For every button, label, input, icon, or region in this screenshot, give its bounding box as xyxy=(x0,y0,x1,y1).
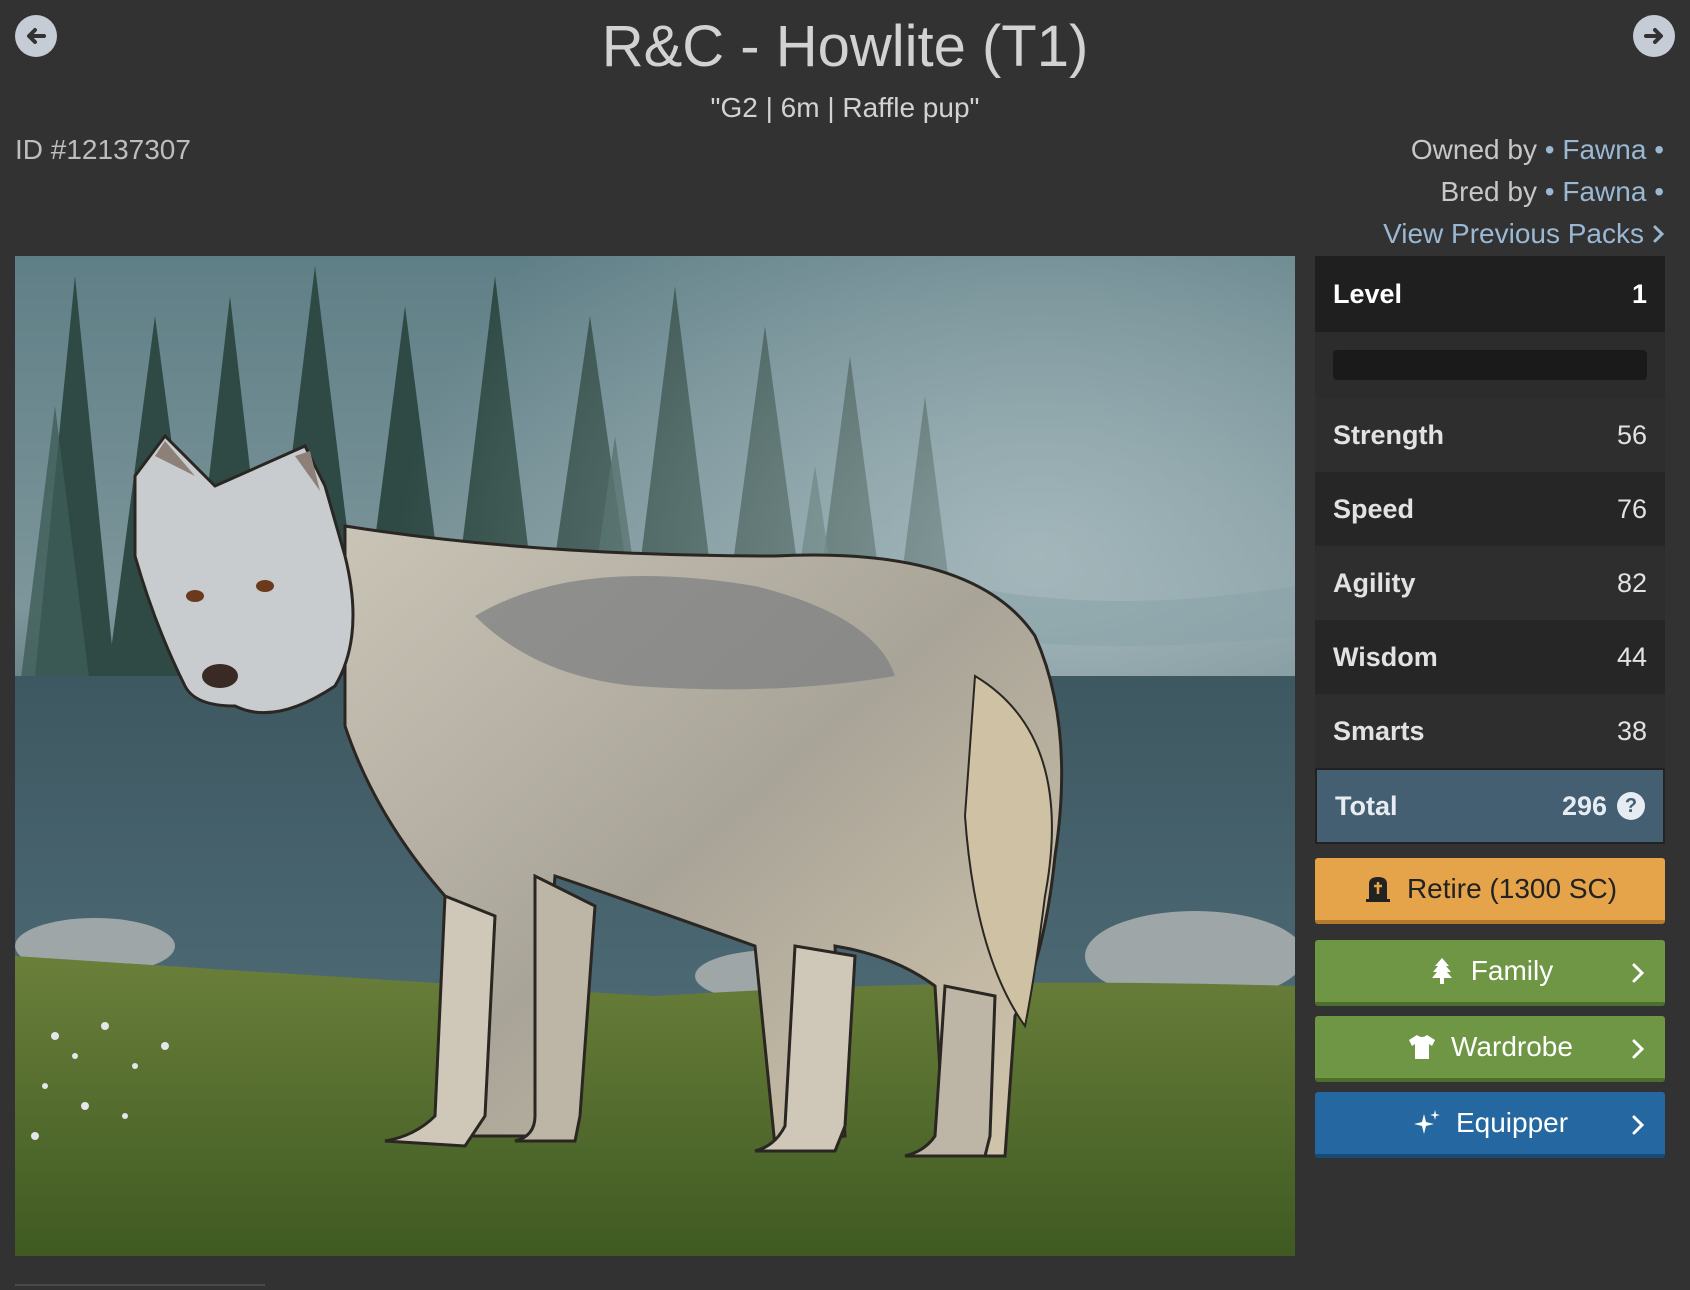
stat-row-strength: Strength 56 xyxy=(1315,398,1665,472)
separator-dot: • xyxy=(1654,134,1664,165)
question-circle-icon[interactable]: ? xyxy=(1617,792,1645,820)
chevron-right-icon xyxy=(1632,1039,1645,1059)
equipper-label: Equipper xyxy=(1455,1107,1569,1138)
total-row: Total 296 ? xyxy=(1315,768,1665,844)
stat-row-speed: Speed 76 xyxy=(1315,472,1665,546)
stat-row-wisdom: Wisdom 44 xyxy=(1315,620,1665,694)
wolf-image xyxy=(15,256,1295,1256)
owned-by-line: Owned by • Fawna • xyxy=(1411,132,1664,168)
stat-rows: Strength 56 Speed 76 Agility 82 Wisdom 44 Smarts… xyxy=(1315,398,1665,768)
wardrobe-button[interactable]: Wardrobe xyxy=(1315,1016,1665,1082)
retire-button[interactable]: Retire (1300 SC) xyxy=(1315,858,1665,924)
retire-label: Retire (1300 SC) xyxy=(1406,873,1618,904)
stat-row-smarts: Smarts 38 xyxy=(1315,694,1665,768)
tshirt-icon xyxy=(1409,1035,1436,1059)
bred-by-label: Bred by xyxy=(1440,176,1537,207)
xp-progress-bar xyxy=(1333,350,1647,380)
stats-panel: Level 1 Strength 56 Speed 76 Agility 82 Wisdom… xyxy=(1315,256,1665,844)
stat-value: 82 xyxy=(1616,567,1647,598)
wolf-profile-page: R&C - Howlite (T1) "G2 | 6m | Raffle pup… xyxy=(0,0,1690,1290)
owned-by-label: Owned by xyxy=(1410,134,1537,165)
chevron-right-icon xyxy=(1632,1115,1645,1135)
level-label: Level xyxy=(1333,278,1403,309)
stat-row-agility: Agility 82 xyxy=(1315,546,1665,620)
family-button-content: Family xyxy=(1427,955,1553,987)
bred-by-line: Bred by • Fawna • xyxy=(1440,174,1664,210)
xp-bar-row xyxy=(1315,332,1665,398)
wolf-id: ID #12137307 xyxy=(15,134,191,165)
stat-value: 56 xyxy=(1616,419,1647,450)
separator-dot: • xyxy=(1544,134,1555,165)
stat-label: Strength xyxy=(1333,419,1444,450)
stat-value: 76 xyxy=(1616,493,1647,524)
tree-icon xyxy=(1431,958,1452,984)
separator-dot: • xyxy=(1654,176,1664,207)
footer-divider xyxy=(15,1284,265,1286)
stat-label: Smarts xyxy=(1333,715,1425,746)
stat-label: Wisdom xyxy=(1333,641,1438,672)
family-button[interactable]: Family xyxy=(1315,940,1665,1006)
tombstone-icon xyxy=(1365,877,1390,902)
view-previous-packs-label: View Previous Packs xyxy=(1383,218,1644,249)
total-label: Total xyxy=(1335,790,1398,821)
total-value: 296 xyxy=(1561,790,1607,821)
retire-button-content: Retire (1300 SC) xyxy=(1363,873,1617,905)
family-label: Family xyxy=(1470,955,1554,986)
chevron-right-icon xyxy=(1653,225,1665,243)
wardrobe-button-content: Wardrobe xyxy=(1407,1031,1573,1063)
equipper-button-content: Equipper xyxy=(1412,1107,1568,1139)
stat-label: Speed xyxy=(1333,493,1415,524)
view-previous-packs-link[interactable]: View Previous Packs xyxy=(1383,216,1666,252)
breeder-link[interactable]: Fawna xyxy=(1562,176,1646,207)
stat-value: 38 xyxy=(1616,715,1647,746)
stat-label: Agility xyxy=(1333,567,1416,598)
total-value-wrap: 296 ? xyxy=(1562,791,1645,822)
level-value: 1 xyxy=(1631,278,1647,309)
separator-dot: • xyxy=(1544,176,1555,207)
wolf-description: "G2 | 6m | Raffle pup" xyxy=(710,92,980,123)
wolf-name-title: R&C - Howlite (T1) xyxy=(601,14,1089,79)
equipper-button[interactable]: Equipper xyxy=(1315,1092,1665,1158)
wardrobe-label: Wardrobe xyxy=(1451,1031,1573,1062)
level-row: Level 1 xyxy=(1315,256,1665,332)
stat-value: 44 xyxy=(1616,641,1647,672)
chevron-right-icon xyxy=(1632,963,1645,983)
wolf-illustration xyxy=(15,256,1295,1256)
sparkles-icon xyxy=(1413,1110,1440,1134)
owner-link[interactable]: Fawna xyxy=(1562,134,1646,165)
